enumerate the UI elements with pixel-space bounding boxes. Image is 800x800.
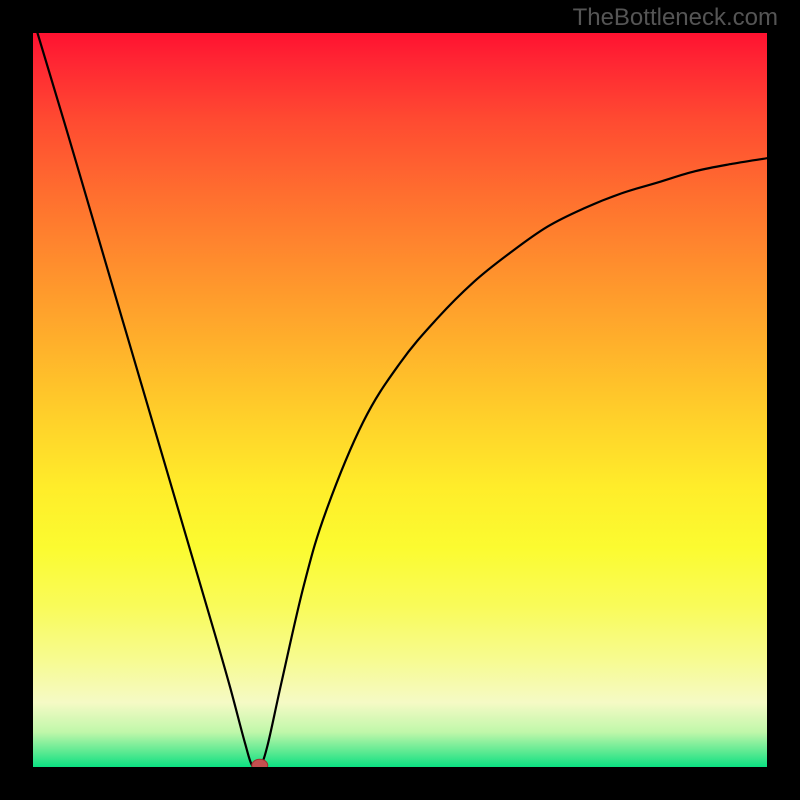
- plot-area: [31, 31, 769, 769]
- bottleneck-curve: [37, 31, 769, 769]
- chart-svg: [31, 31, 769, 769]
- watermark-text: TheBottleneck.com: [573, 4, 778, 32]
- optimum-marker: [252, 759, 268, 769]
